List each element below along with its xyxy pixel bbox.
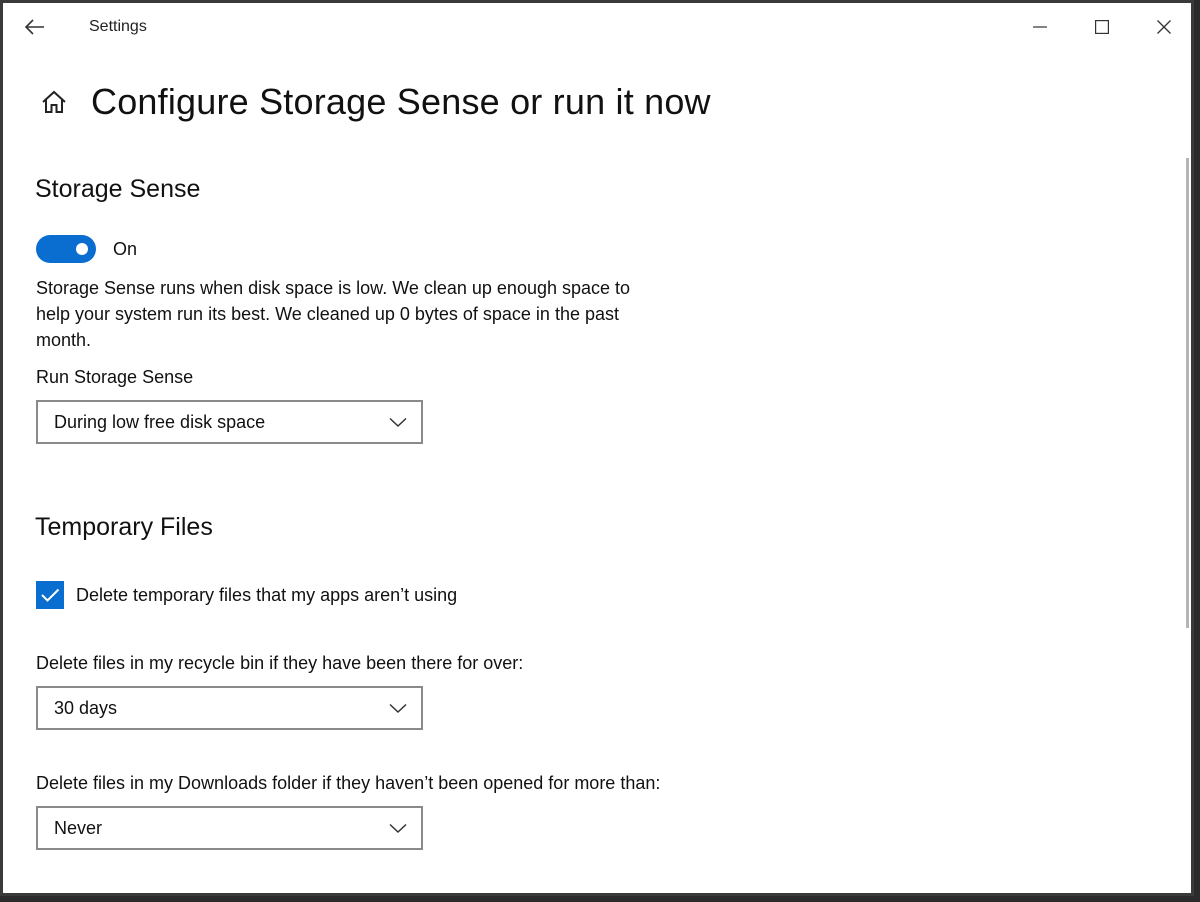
maximize-icon: [1095, 20, 1109, 34]
storage-sense-toggle-row: On: [36, 235, 137, 263]
delete-temp-files-row: Delete temporary files that my apps aren…: [36, 581, 457, 609]
app-title: Settings: [89, 18, 147, 35]
downloads-folder-value: Never: [54, 817, 103, 838]
run-storage-sense-dropdown[interactable]: During low free disk space: [36, 400, 423, 444]
home-button[interactable]: [39, 87, 69, 117]
temporary-files-heading: Temporary Files: [35, 513, 213, 541]
vertical-scrollbar[interactable]: [1186, 158, 1189, 628]
downloads-folder-label: Delete files in my Downloads folder if t…: [36, 773, 661, 793]
storage-sense-description: Storage Sense runs when disk space is lo…: [36, 278, 631, 350]
run-storage-sense-label: Run Storage Sense: [36, 367, 194, 387]
downloads-folder-dropdown[interactable]: Never: [36, 806, 423, 850]
close-button[interactable]: [1133, 3, 1191, 51]
chevron-down-icon: [389, 417, 407, 428]
delete-temp-files-checkbox[interactable]: [36, 581, 64, 609]
minimize-button[interactable]: [1009, 3, 1071, 51]
toggle-knob: [76, 243, 88, 255]
back-button[interactable]: [17, 11, 53, 43]
chevron-down-icon: [389, 703, 407, 714]
toggle-state-label: On: [113, 238, 138, 259]
title-bar: Settings: [3, 3, 1191, 51]
chevron-down-icon: [389, 823, 407, 834]
page-header: Configure Storage Sense or run it now: [39, 81, 711, 123]
recycle-bin-dropdown[interactable]: 30 days: [36, 686, 423, 730]
storage-sense-toggle[interactable]: [36, 235, 96, 263]
settings-window: Settings Configure Storage Sense or run …: [0, 0, 1194, 896]
recycle-bin-value: 30 days: [54, 697, 118, 718]
page-title: Configure Storage Sense or run it now: [91, 81, 711, 122]
recycle-bin-label: Delete files in my recycle bin if they h…: [36, 653, 524, 673]
storage-sense-heading: Storage Sense: [35, 175, 201, 203]
home-icon: [42, 90, 66, 113]
back-arrow-icon: [25, 19, 44, 35]
delete-temp-files-label: Delete temporary files that my apps aren…: [76, 584, 458, 605]
minimize-icon: [1033, 26, 1047, 28]
close-icon: [1157, 20, 1171, 34]
run-storage-sense-value: During low free disk space: [54, 411, 266, 432]
checkmark-icon: [41, 588, 60, 602]
maximize-button[interactable]: [1071, 3, 1133, 51]
